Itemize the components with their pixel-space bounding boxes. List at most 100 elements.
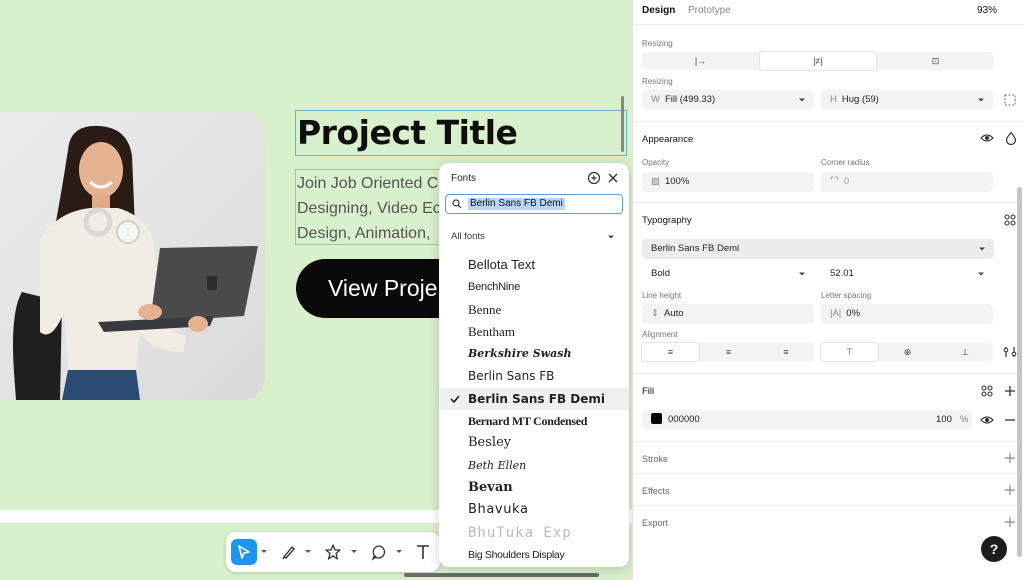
zoom-level[interactable]: 93% [977, 5, 997, 16]
align-middle-option[interactable]: ⊕ [879, 343, 936, 361]
eye-icon[interactable] [980, 413, 994, 427]
height-prefix: H [830, 94, 837, 105]
font-item[interactable]: Bhavuka [439, 499, 629, 521]
chevron-down-icon[interactable] [607, 233, 615, 241]
pen-tool-button[interactable] [276, 539, 302, 565]
resize-hug-option[interactable]: |≠| [760, 52, 876, 70]
help-button[interactable]: ? [981, 536, 1007, 562]
cursor-arrow-icon [238, 545, 250, 559]
minus-icon[interactable] [1003, 413, 1017, 427]
font-family-select[interactable]: Berlin Sans FB Demi [642, 239, 994, 259]
font-item-label: BenchNine [468, 281, 521, 294]
align-center-option[interactable]: ≡ [700, 343, 757, 361]
chevron-down-icon[interactable] [798, 96, 806, 104]
align-left-option[interactable]: ≡ [642, 343, 699, 361]
chevron-down-icon[interactable] [304, 548, 312, 556]
add-font-icon[interactable] [587, 171, 601, 185]
letter-spacing-field[interactable]: |A| 0% [821, 304, 993, 324]
font-item[interactable]: Bevan [439, 477, 629, 499]
line-height-icon: ⇕ [651, 308, 659, 319]
droplet-icon[interactable] [1004, 131, 1018, 145]
divider [633, 24, 1024, 25]
shape-tool-button[interactable] [320, 539, 346, 565]
fill-styles-icon[interactable] [980, 384, 994, 398]
plus-icon[interactable] [1003, 515, 1017, 529]
text-styles-icon[interactable] [1003, 213, 1017, 227]
fill-opacity-value: 100 [936, 414, 952, 425]
close-icon[interactable] [606, 171, 620, 185]
font-item[interactable]: Bentham [439, 321, 629, 343]
chevron-down-icon[interactable] [978, 245, 986, 253]
appearance-title: Appearance [642, 134, 694, 145]
font-filter-select[interactable]: All fonts [451, 231, 485, 242]
constraints-icon[interactable] [1003, 93, 1017, 107]
stroke-title[interactable]: Stroke [642, 454, 668, 464]
resize-fill-option[interactable]: ⊡ [877, 52, 994, 70]
resizing-label-secondary: Resizing [642, 77, 673, 86]
divider [633, 505, 1024, 506]
move-tool-button[interactable] [231, 539, 257, 565]
resize-fixed-option[interactable]: |→ [642, 52, 759, 70]
properties-scrollbar[interactable] [1017, 187, 1022, 557]
chevron-down-icon[interactable] [395, 548, 403, 556]
letter-spacing-label: Letter spacing [821, 291, 872, 300]
effects-title[interactable]: Effects [642, 486, 669, 496]
hero-photo[interactable] [0, 112, 265, 400]
font-search-input[interactable]: Berlin Sans FB Demi [445, 194, 623, 214]
font-item-label: Berlin Sans FB [468, 369, 555, 384]
fill-row[interactable]: 000000 100 % [642, 410, 972, 430]
font-item[interactable]: Beth Ellen [439, 455, 629, 477]
comment-tool-button[interactable] [366, 539, 392, 565]
font-item[interactable]: Besley [439, 432, 629, 454]
line-height-field[interactable]: ⇕ Auto [642, 304, 814, 324]
width-field[interactable]: W Fill (499.33) [642, 90, 814, 110]
text-tool-button[interactable] [410, 539, 436, 565]
export-title[interactable]: Export [642, 518, 668, 528]
canvas-scroll-indicator[interactable] [621, 96, 624, 152]
font-item-label: Berlin Sans FB Demi [468, 391, 605, 406]
align-right-option[interactable]: ≡ [758, 343, 814, 361]
star-icon [325, 544, 341, 560]
eye-icon[interactable] [980, 131, 994, 145]
view-project-button[interactable]: View Proje [296, 259, 446, 318]
font-picker-panel[interactable]: Fonts Berlin Sans FB Demi All fonts Bell… [439, 163, 629, 567]
font-item[interactable]: BhuTuka Exp [439, 522, 629, 544]
line-height-label: Line height [642, 291, 682, 300]
font-item-selected[interactable]: Berlin Sans FB Demi [439, 387, 629, 411]
align-bottom-option[interactable]: ⊥ [937, 343, 993, 361]
resizing-label: Resizing [642, 39, 673, 48]
font-weight-select[interactable]: Bold [642, 264, 814, 284]
align-top-option[interactable]: ⊤ [821, 343, 878, 361]
font-item[interactable]: Berlin Sans FB [439, 365, 629, 387]
font-item-label: Bhavuka [468, 502, 529, 518]
chevron-down-icon[interactable] [977, 96, 985, 104]
chevron-down-icon[interactable] [350, 548, 358, 556]
tab-design[interactable]: Design [642, 5, 675, 16]
description-text[interactable]: Join Job Oriented C Designing, Video Ec … [297, 171, 447, 246]
font-item[interactable]: Bernard MT Condensed [439, 410, 629, 432]
tab-prototype[interactable]: Prototype [688, 5, 731, 16]
opacity-field[interactable]: ▧ 100% [642, 172, 814, 192]
plus-icon[interactable] [1003, 483, 1017, 497]
chevron-down-icon[interactable] [798, 270, 806, 278]
font-item[interactable]: Big Shoulders Display [439, 544, 629, 566]
font-item[interactable]: Bellota Text [439, 254, 629, 276]
plus-icon[interactable] [1003, 451, 1017, 465]
project-title-text[interactable]: Project Title [297, 111, 518, 155]
text-settings-icon[interactable] [1003, 345, 1017, 359]
plus-icon[interactable] [1003, 384, 1017, 398]
letter-spacing-value: 0% [846, 308, 861, 319]
font-size-select[interactable]: 52.01 [821, 264, 993, 284]
chevron-down-icon[interactable] [260, 548, 268, 556]
height-field[interactable]: H Hug (59) [821, 90, 993, 110]
font-item[interactable]: Berkshire Swash [439, 343, 629, 365]
vertical-alignment-control: ⊤ ⊕ ⊥ [821, 343, 993, 361]
font-item[interactable]: BenchNine [439, 276, 629, 298]
font-item-label: Benne [468, 301, 502, 317]
fill-swatch[interactable] [651, 413, 662, 424]
chevron-down-icon[interactable] [977, 270, 985, 278]
font-item[interactable]: Benne [439, 299, 629, 321]
font-item-label: Beth Ellen [468, 458, 527, 472]
line-height-value: Auto [663, 308, 684, 319]
corner-radius-field[interactable]: ⌜⌝ 0 [821, 172, 993, 192]
